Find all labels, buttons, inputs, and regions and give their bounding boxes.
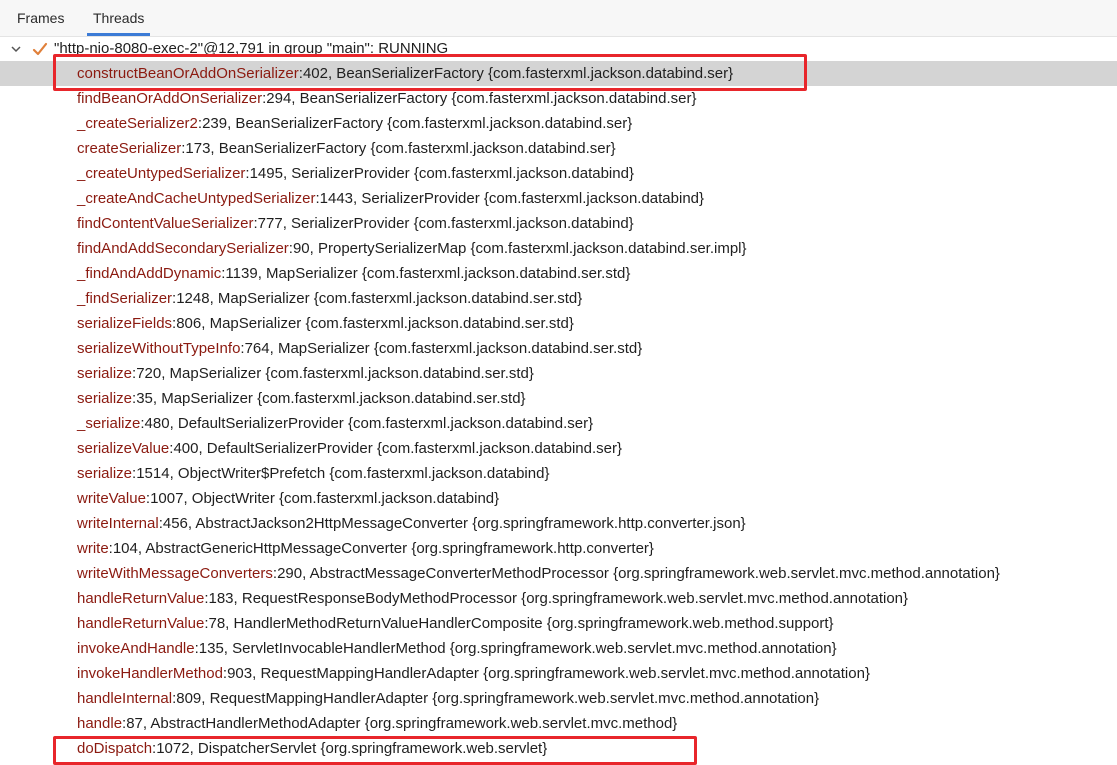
stack-frame-row[interactable]: _createUntypedSerializer:1495, Serialize… <box>0 161 1117 186</box>
frame-method-name: findBeanOrAddOnSerializer <box>77 90 263 107</box>
check-icon <box>32 36 48 61</box>
frame-location: :1139, MapSerializer {com.fasterxml.jack… <box>221 265 631 282</box>
stack-frame-row[interactable]: createSerializer:173, BeanSerializerFact… <box>0 136 1117 161</box>
debugger-tab-bar: Frames Threads <box>0 0 1117 37</box>
stack-frame-list: constructBeanOrAddOnSerializer:402, Bean… <box>0 61 1117 761</box>
frame-location: :1443, SerializerProvider {com.fasterxml… <box>315 190 705 207</box>
stack-frame-row[interactable]: serialize:720, MapSerializer {com.faster… <box>0 361 1117 386</box>
frame-method-name: _createAndCacheUntypedSerializer <box>77 190 316 207</box>
stack-frame-row[interactable]: _serialize:480, DefaultSerializerProvide… <box>0 411 1117 436</box>
stack-frame-row[interactable]: findContentValueSerializer:777, Serializ… <box>0 211 1117 236</box>
stack-frame-row[interactable]: doDispatch:1072, DispatcherServlet {org.… <box>0 736 1117 761</box>
frame-method-name: createSerializer <box>77 140 182 157</box>
frame-method-name: _createSerializer2 <box>77 115 198 132</box>
frame-location: :173, BeanSerializerFactory {com.fasterx… <box>181 140 616 157</box>
frame-method-name: serialize <box>77 365 133 382</box>
frame-location: :456, AbstractJackson2HttpMessageConvert… <box>158 515 746 532</box>
frame-method-name: _serialize <box>77 415 141 432</box>
stack-frame-row[interactable]: write:104, AbstractGenericHttpMessageCon… <box>0 536 1117 561</box>
stack-frame-row[interactable]: invokeAndHandle:135, ServletInvocableHan… <box>0 636 1117 661</box>
tab-threads[interactable]: Threads <box>86 0 151 36</box>
frame-location: :1248, MapSerializer {com.fasterxml.jack… <box>172 290 583 307</box>
frame-method-name: handleReturnValue <box>77 615 205 632</box>
frame-method-name: serializeValue <box>77 440 170 457</box>
stack-frame-row[interactable]: invokeHandlerMethod:903, RequestMappingH… <box>0 661 1117 686</box>
stack-frame-row[interactable]: _findAndAddDynamic:1139, MapSerializer {… <box>0 261 1117 286</box>
stack-frame-row[interactable]: findAndAddSecondarySerializer:90, Proper… <box>0 236 1117 261</box>
frame-location: :78, HandlerMethodReturnValueHandlerComp… <box>204 615 834 632</box>
frame-location: :35, MapSerializer {com.fasterxml.jackso… <box>132 390 526 407</box>
frame-location: :1514, ObjectWriter$Prefetch {com.faster… <box>132 465 550 482</box>
frame-location: :720, MapSerializer {com.fasterxml.jacks… <box>132 365 534 382</box>
frame-location: :290, AbstractMessageConverterMethodProc… <box>272 565 1000 582</box>
frame-location: :1495, SerializerProvider {com.fasterxml… <box>245 165 634 182</box>
frame-method-name: constructBeanOrAddOnSerializer <box>77 65 299 82</box>
frame-method-name: serializeFields <box>77 315 173 332</box>
thread-label: "http-nio-8080-exec-2"@12,791 in group "… <box>54 40 449 57</box>
frame-method-name: _findSerializer <box>77 290 173 307</box>
frame-method-name: findAndAddSecondarySerializer <box>77 240 289 257</box>
stack-frame-row[interactable]: handleReturnValue:183, RequestResponseBo… <box>0 586 1117 611</box>
frame-method-name: handle <box>77 715 123 732</box>
stack-frame-row[interactable]: handle:87, AbstractHandlerMethodAdapter … <box>0 711 1117 736</box>
frame-method-name: handleInternal <box>77 690 173 707</box>
frame-method-name: findContentValueSerializer <box>77 215 254 232</box>
frame-method-name: write <box>77 540 109 557</box>
frame-location: :400, DefaultSerializerProvider {com.fas… <box>169 440 622 457</box>
frame-method-name: handleReturnValue <box>77 590 205 607</box>
stack-frame-row[interactable]: serialize:1514, ObjectWriter$Prefetch {c… <box>0 461 1117 486</box>
stack-frame-row[interactable]: serializeWithoutTypeInfo:764, MapSeriali… <box>0 336 1117 361</box>
frame-method-name: _createUntypedSerializer <box>77 165 246 182</box>
frame-method-name: writeValue <box>77 490 146 507</box>
stack-frame-row[interactable]: _findSerializer:1248, MapSerializer {com… <box>0 286 1117 311</box>
frame-location: :480, DefaultSerializerProvider {com.fas… <box>140 415 594 432</box>
stack-frame-row[interactable]: serialize:35, MapSerializer {com.fasterx… <box>0 386 1117 411</box>
frame-location: :135, ServletInvocableHandlerMethod {org… <box>194 640 837 657</box>
frame-location: :104, AbstractGenericHttpMessageConverte… <box>108 540 654 557</box>
tab-frames[interactable]: Frames <box>17 0 64 36</box>
frame-location: :239, BeanSerializerFactory {com.fasterx… <box>197 115 633 132</box>
stack-frame-row[interactable]: handleReturnValue:78, HandlerMethodRetur… <box>0 611 1117 636</box>
frame-method-name: invokeAndHandle <box>77 640 195 657</box>
frame-location: :183, RequestResponseBodyMethodProcessor… <box>204 590 909 607</box>
frame-method-name: serialize <box>77 465 133 482</box>
stack-frame-row[interactable]: writeValue:1007, ObjectWriter {com.faste… <box>0 486 1117 511</box>
frame-method-name: doDispatch <box>77 740 153 757</box>
frame-method-name: serialize <box>77 390 133 407</box>
stack-frame-row[interactable]: serializeValue:400, DefaultSerializerPro… <box>0 436 1117 461</box>
stack-frame-row[interactable]: writeWithMessageConverters:290, Abstract… <box>0 561 1117 586</box>
frame-location: :1072, DispatcherServlet {org.springfram… <box>152 740 548 757</box>
frame-location: :777, SerializerProvider {com.fasterxml.… <box>253 215 634 232</box>
stack-frame-row[interactable]: constructBeanOrAddOnSerializer:402, Bean… <box>0 61 1117 86</box>
stack-frame-row[interactable]: serializeFields:806, MapSerializer {com.… <box>0 311 1117 336</box>
frame-method-name: serializeWithoutTypeInfo <box>77 340 241 357</box>
frame-location: :402, BeanSerializerFactory {com.fasterx… <box>298 65 734 82</box>
frame-location: :809, RequestMappingHandlerAdapter {org.… <box>172 690 820 707</box>
stack-frame-row[interactable]: findBeanOrAddOnSerializer:294, BeanSeria… <box>0 86 1117 111</box>
frame-location: :806, MapSerializer {com.fasterxml.jacks… <box>172 315 574 332</box>
frame-location: :903, RequestMappingHandlerAdapter {org.… <box>222 665 870 682</box>
frame-location: :87, AbstractHandlerMethodAdapter {org.s… <box>122 715 678 732</box>
frame-location: :294, BeanSerializerFactory {com.fasterx… <box>262 90 697 107</box>
frame-location: :90, PropertySerializerMap {com.fasterxm… <box>288 240 747 257</box>
chevron-down-icon[interactable] <box>9 36 23 61</box>
stack-frame-row[interactable]: writeInternal:456, AbstractJackson2HttpM… <box>0 511 1117 536</box>
frame-method-name: invokeHandlerMethod <box>77 665 223 682</box>
frame-location: :1007, ObjectWriter {com.fasterxml.jacks… <box>145 490 500 507</box>
stack-frame-row[interactable]: _createSerializer2:239, BeanSerializerFa… <box>0 111 1117 136</box>
stack-frame-row[interactable]: _createAndCacheUntypedSerializer:1443, S… <box>0 186 1117 211</box>
frame-method-name: _findAndAddDynamic <box>77 265 222 282</box>
stack-frame-row[interactable]: handleInternal:809, RequestMappingHandle… <box>0 686 1117 711</box>
thread-node[interactable]: "http-nio-8080-exec-2"@12,791 in group "… <box>0 36 1117 61</box>
frame-method-name: writeInternal <box>77 515 159 532</box>
frame-location: :764, MapSerializer {com.fasterxml.jacks… <box>240 340 643 357</box>
frame-method-name: writeWithMessageConverters <box>77 565 273 582</box>
